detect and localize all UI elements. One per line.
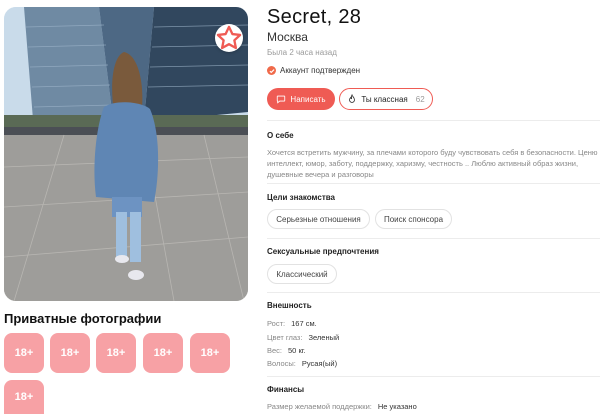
goal-chip: Поиск спонсора <box>375 209 452 229</box>
divider <box>267 183 600 184</box>
flame-icon <box>349 93 356 103</box>
hair-label: Волосы: <box>267 359 296 368</box>
write-message-button[interactable]: Написать <box>267 88 335 110</box>
height-row: Рост: 167 см. <box>267 319 317 328</box>
profile-name: Secret, 28 <box>267 6 362 28</box>
divider <box>267 292 600 293</box>
height-value: 167 см. <box>291 319 317 328</box>
goal-chip: Серьезные отношения <box>267 209 370 229</box>
star-icon <box>216 25 242 50</box>
compliment-count: 62 <box>415 94 425 104</box>
write-label: Написать <box>290 94 326 104</box>
divider <box>267 120 600 121</box>
hair-value: Русая(ый) <box>301 359 338 368</box>
support-value: Не указано <box>377 402 417 411</box>
favorite-button[interactable] <box>215 24 243 52</box>
finance-title: Финансы <box>267 385 305 394</box>
profile-city: Москва <box>267 30 308 44</box>
preferences-title: Сексуальные предпочтения <box>267 247 379 256</box>
appearance-title: Внешность <box>267 301 312 310</box>
private-photo-tile[interactable]: 18+ <box>190 333 230 373</box>
support-row: Размер желаемой поддержки: Не указано <box>267 402 417 411</box>
verified-label: Аккаунт подтвержден <box>280 66 361 75</box>
eye-color-row: Цвет глаз: Зеленый <box>267 333 339 342</box>
private-photos-title: Приватные фотографии <box>4 311 162 326</box>
compliment-label: Ты классная <box>361 94 408 104</box>
preference-chip: Классический <box>267 264 337 284</box>
verified-badge: Аккаунт подтвержден <box>267 66 360 75</box>
weight-row: Вес: 50 кг. <box>267 346 306 355</box>
check-icon <box>267 66 276 75</box>
chat-bubble-icon <box>277 95 286 104</box>
eye-color-label: Цвет глаз: <box>267 333 303 342</box>
private-photo-tile[interactable]: 18+ <box>96 333 136 373</box>
weight-label: Вес: <box>267 346 283 355</box>
about-title: О себе <box>267 131 294 140</box>
divider <box>267 376 600 377</box>
photo-scene <box>4 7 248 301</box>
private-photo-tile[interactable]: 18+ <box>143 333 183 373</box>
goals-title: Цели знакомства <box>267 193 335 202</box>
weight-value: 50 кг. <box>288 346 306 355</box>
profile-photo[interactable] <box>4 7 248 301</box>
support-label: Размер желаемой поддержки: <box>267 402 372 411</box>
divider <box>267 238 600 239</box>
private-photo-tile[interactable]: 18+ <box>50 333 90 373</box>
eye-color-value: Зеленый <box>308 333 340 342</box>
hair-row: Волосы: Русая(ый) <box>267 359 337 368</box>
last-seen-status: Была 2 часа назад <box>267 48 337 57</box>
height-label: Рост: <box>267 319 286 328</box>
about-text: Хочется встретить мужчину, за плечами ко… <box>267 148 598 179</box>
private-photo-tile[interactable]: 18+ <box>4 380 44 414</box>
compliment-button[interactable]: Ты классная 62 <box>339 88 433 110</box>
private-photo-tile[interactable]: 18+ <box>4 333 44 373</box>
